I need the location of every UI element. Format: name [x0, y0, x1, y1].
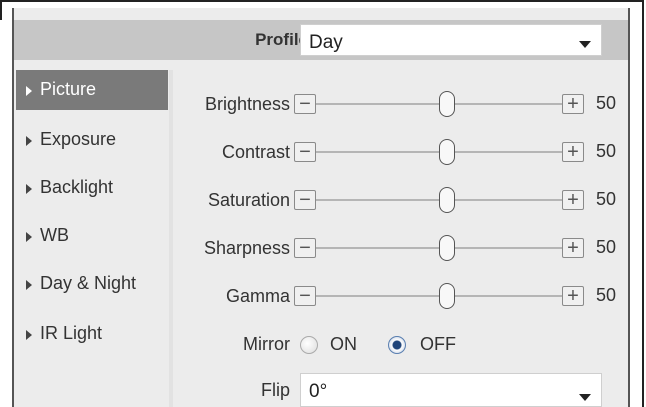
slider-label: Saturation	[207, 190, 290, 210]
sidebar-item-label: Backlight	[40, 177, 114, 197]
slider-thumb[interactable]	[439, 283, 455, 309]
left-border-tick	[0, 0, 2, 20]
plus-icon: +	[567, 141, 579, 163]
sidebar-item-label: WB	[40, 225, 69, 245]
sidebar-item-day-night[interactable]: Day & Night	[16, 264, 168, 304]
sidebar-nav: Picture Exposure Backlight WB Day & Nigh…	[16, 70, 168, 407]
minus-icon: −	[299, 285, 311, 307]
mirror-off-radio[interactable]	[388, 336, 406, 354]
sidebar-item-picture[interactable]: Picture	[16, 70, 168, 110]
profile-select[interactable]: Day	[300, 24, 602, 56]
sidebar-item-wb[interactable]: WB	[16, 216, 168, 256]
slider-value: 50	[596, 93, 617, 113]
sidebar-item-exposure[interactable]: Exposure	[16, 120, 168, 160]
decrease-button[interactable]: −	[294, 141, 316, 163]
mirror-on-radio[interactable]	[300, 336, 318, 354]
slider-thumb[interactable]	[439, 187, 455, 213]
increase-button[interactable]: +	[562, 141, 584, 163]
triangle-right-icon	[26, 232, 32, 242]
profile-select-value: Day	[309, 32, 343, 53]
decrease-button[interactable]: −	[294, 285, 316, 307]
increase-button[interactable]: +	[562, 93, 584, 115]
slider-value: 50	[596, 237, 617, 257]
chevron-down-icon	[579, 394, 591, 401]
minus-icon: −	[299, 141, 311, 163]
increase-button[interactable]: +	[562, 237, 584, 259]
minus-icon: −	[299, 237, 311, 259]
sidebar-item-backlight[interactable]: Backlight	[16, 168, 168, 208]
slider-value: 50	[596, 285, 617, 305]
minus-icon: −	[299, 93, 311, 115]
image-settings-panel: Profile Day Picture Exposure Backlight W…	[12, 8, 630, 407]
slider-label: Brightness	[204, 94, 290, 114]
increase-button[interactable]: +	[562, 285, 584, 307]
slider-thumb[interactable]	[439, 91, 455, 117]
slider-thumb[interactable]	[439, 139, 455, 165]
mirror-label: Mirror	[243, 334, 290, 354]
minus-icon: −	[299, 189, 311, 211]
plus-icon: +	[567, 93, 579, 115]
sidebar-item-label: Exposure	[40, 129, 117, 149]
flip-select[interactable]: 0°	[300, 373, 602, 407]
sidebar-item-ir-light[interactable]: IR Light	[16, 314, 168, 354]
decrease-button[interactable]: −	[294, 237, 316, 259]
slider-label: Gamma	[225, 286, 290, 306]
slider-value: 50	[596, 141, 617, 161]
slider-label: Contrast	[221, 142, 290, 162]
chevron-down-icon	[579, 41, 591, 48]
flip-select-value: 0°	[309, 381, 328, 402]
triangle-right-icon	[26, 330, 32, 340]
settings-frame: Profile Day Picture Exposure Backlight W…	[0, 0, 646, 407]
triangle-right-icon	[26, 184, 32, 194]
increase-button[interactable]: +	[562, 189, 584, 211]
decrease-button[interactable]: −	[294, 189, 316, 211]
plus-icon: +	[567, 237, 579, 259]
triangle-right-icon	[26, 86, 32, 96]
sidebar-item-label: IR Light	[40, 323, 103, 343]
triangle-right-icon	[26, 280, 32, 290]
triangle-right-icon	[26, 136, 32, 146]
slider-label: Sharpness	[203, 238, 290, 258]
plus-icon: +	[567, 285, 579, 307]
sidebar-item-label: Day & Night	[40, 273, 137, 293]
mirror-off-label: OFF	[420, 334, 456, 354]
slider-thumb[interactable]	[439, 235, 455, 261]
plus-icon: +	[567, 189, 579, 211]
flip-label: Flip	[260, 380, 290, 400]
mirror-on-label: ON	[330, 334, 357, 354]
sidebar-item-label: Picture	[40, 79, 97, 99]
decrease-button[interactable]: −	[294, 93, 316, 115]
slider-value: 50	[596, 189, 617, 209]
